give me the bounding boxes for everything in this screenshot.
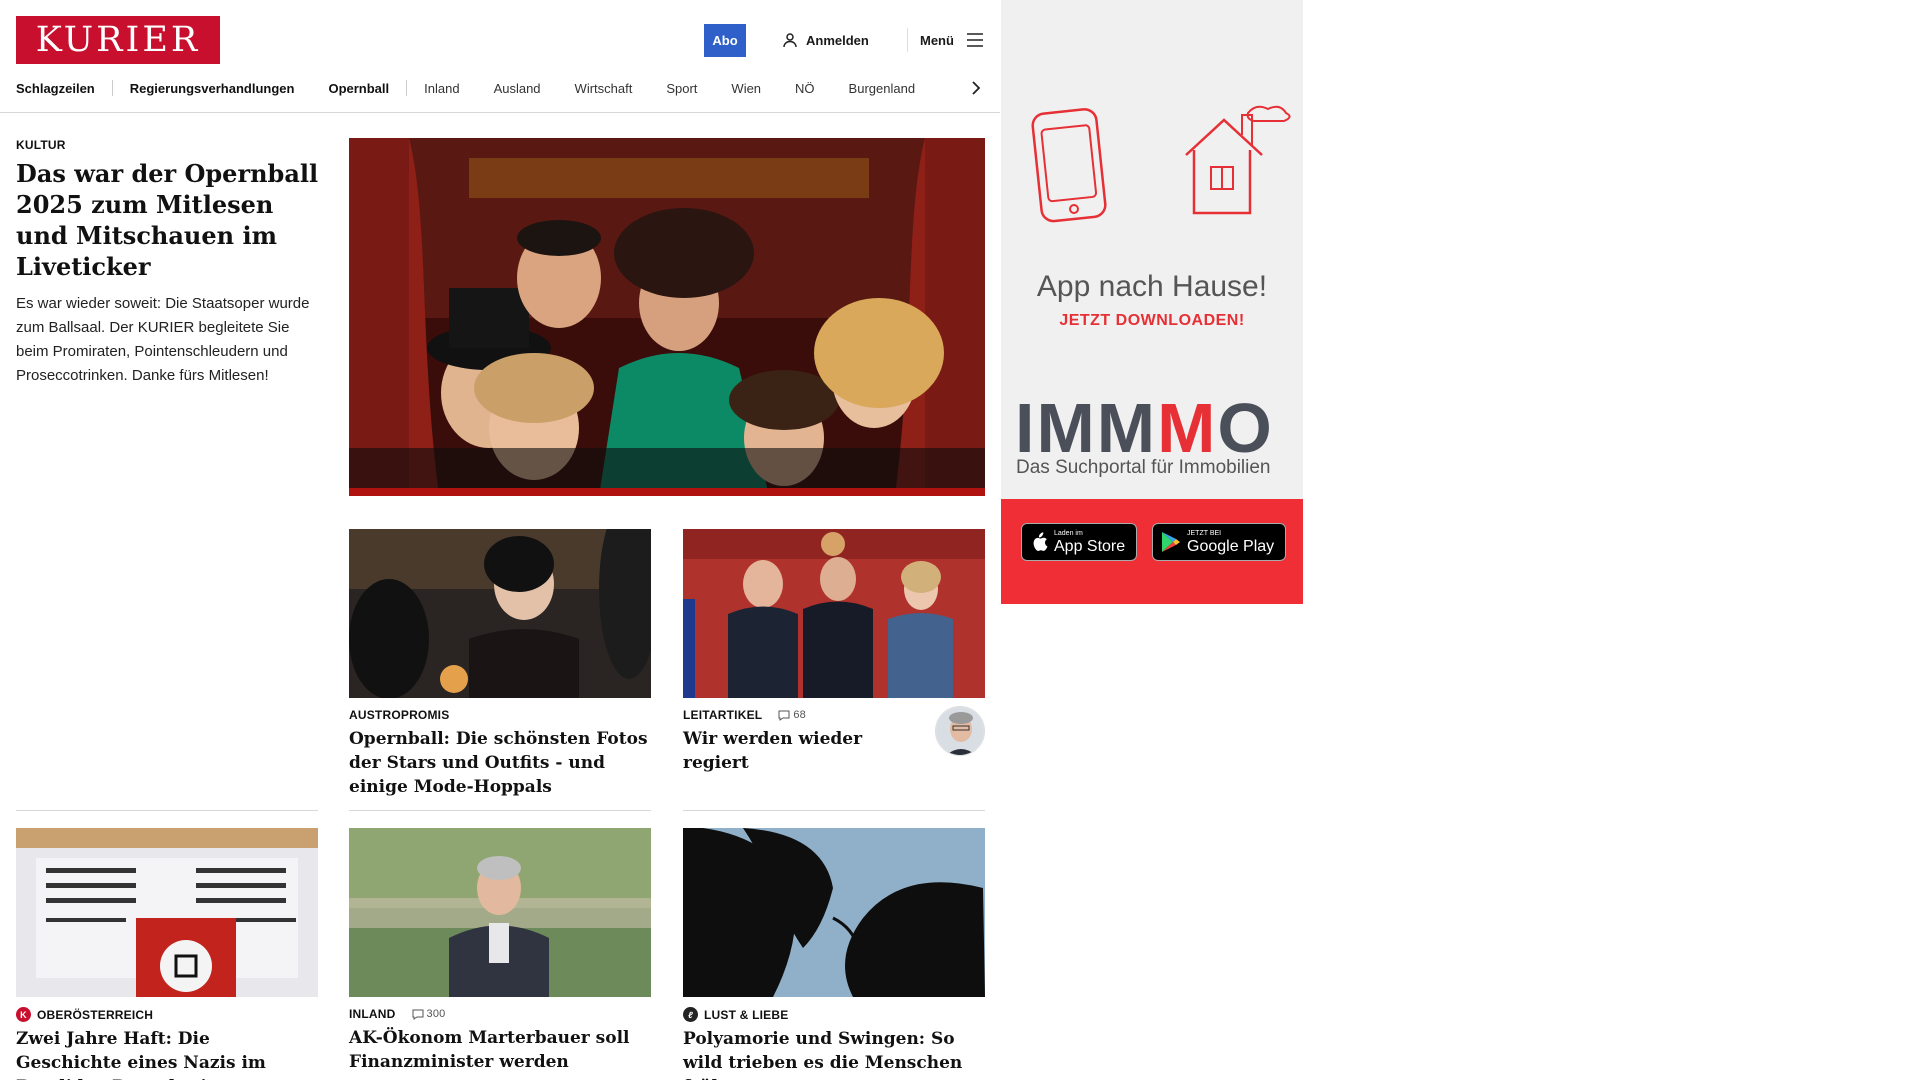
comment-icon [778,710,790,721]
article-headline[interactable]: Opernball: Die schönsten Fotos der Stars… [349,727,651,799]
menu-button[interactable]: Menü [920,30,984,50]
article-kicker: AUSTROPROMIS [349,708,450,722]
comment-icon [412,1009,424,1020]
nav-divider [406,80,408,96]
k-plus-icon: K [16,1007,31,1022]
article-image[interactable] [349,828,651,997]
lead-teaser: Es war wieder soweit: Die Staatsoper wur… [16,295,310,384]
login-button[interactable]: Anmelden [782,30,869,50]
separator [349,810,651,811]
author-avatar[interactable] [935,706,985,756]
kurier-logo[interactable]: KURIER [16,16,220,64]
article-image[interactable] [683,828,985,997]
article-headline[interactable]: Wir werden wieder regiert [683,727,913,775]
menu-label: Menü [920,32,954,48]
lead-image[interactable] [349,138,985,496]
nav-item-inland[interactable]: Inland [424,81,459,96]
nav-item-wirtschaft[interactable]: Wirtschaft [575,81,633,96]
politicians-photo [683,529,985,698]
nav-item-sport[interactable]: Sport [666,81,697,96]
google-play-icon [1162,532,1180,552]
house-icon [1185,105,1291,215]
ad-headline: App nach Hause! [1036,270,1268,303]
lust-liebe-icon: ℓ [683,1007,698,1022]
immo-app-advertisement[interactable]: App nach Hause! JETZT DOWNLOADEN! IMMMO … [1001,0,1303,604]
phone-icon [1031,108,1107,223]
nav-scroll-right-button[interactable] [966,78,986,98]
comment-count[interactable]: 300 [412,1008,446,1020]
comment-count[interactable]: 68 [778,709,806,721]
promi-photo [349,529,651,698]
nav-item-opernball[interactable]: Opernball [328,81,389,96]
marterbauer-photo [349,828,651,997]
lead-kicker: KULTUR [16,138,66,152]
separator [683,810,985,811]
opernball-photo [349,138,985,496]
login-label: Anmelden [806,32,869,48]
article-card[interactable]: ℓ LUST & LIEBE Polyamorie und Swingen: S… [683,828,985,1080]
article-card[interactable]: AUSTROPROMIS Opernball: Die schönsten Fo… [349,529,651,799]
nav-item-schlagzeilen[interactable]: Schlagzeilen [16,81,95,96]
article-headline[interactable]: Polyamorie und Swingen: So wild trieben … [683,1027,985,1080]
chevron-right-icon [972,81,981,95]
separator [16,810,318,811]
nav-item-noe[interactable]: NÖ [795,81,815,96]
author-portrait [936,707,984,755]
weapons-photo [16,828,318,997]
article-kicker: ℓ LUST & LIEBE [683,1007,985,1022]
page: KURIER Abo Anmelden Menü Schlagzeilen Re… [0,0,1920,1080]
lead-headline[interactable]: Das war der Opernball 2025 zum Mitlesen … [16,158,320,282]
article-card[interactable]: INLAND 300 AK-Ökonom Marterbauer soll Fi… [349,828,651,1074]
google-play-button[interactable]: JETZT BEI Google Play [1152,523,1286,561]
article-kicker: INLAND 300 [349,1007,446,1021]
app-store-button[interactable]: Laden im App Store [1021,523,1137,561]
nav-item-regierungsverhandlungen[interactable]: Regierungsverhandlungen [130,81,295,96]
article-card[interactable]: K OBERÖSTERREICH Zwei Jahre Haft: Die Ge… [16,828,318,1080]
ad-subline: JETZT DOWNLOADEN! [1059,312,1245,329]
nav-divider [111,80,113,96]
user-icon [783,33,797,48]
article-headline[interactable]: Zwei Jahre Haft: Die Geschichte eines Na… [16,1027,318,1080]
article-image[interactable] [683,529,985,698]
apple-icon [1033,532,1048,551]
hamburger-icon [966,33,983,47]
nav-fade [930,74,970,102]
nav-item-ausland[interactable]: Ausland [494,81,541,96]
nav-item-wien[interactable]: Wien [731,81,761,96]
article-headline[interactable]: AK-Ökonom Marterbauer soll Finanzministe… [349,1026,651,1074]
site-header: KURIER Abo Anmelden Menü Schlagzeilen Re… [0,0,1000,113]
article-kicker: K OBERÖSTERREICH [16,1007,318,1022]
nav-item-burgenland[interactable]: Burgenland [849,81,916,96]
header-divider [907,28,908,52]
illustration-kiss [683,828,985,997]
abo-button[interactable]: Abo [704,24,746,57]
lead-story[interactable]: KULTUR Das war der Opernball 2025 zum Mi… [16,138,320,388]
main-navigation: Schlagzeilen Regierungsverhandlungen Ope… [16,78,982,98]
article-image[interactable] [349,529,651,698]
immmo-tagline: Das Suchportal für Immobilien [1016,457,1271,478]
article-image[interactable] [16,828,318,997]
immmo-logo: IMMMO [1015,389,1274,467]
